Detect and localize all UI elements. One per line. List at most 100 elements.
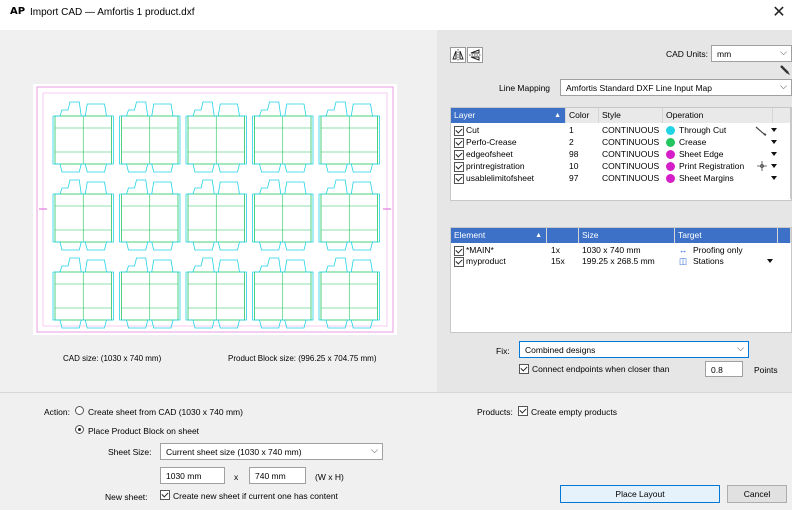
element-size: 199.25 x 268.5 mm bbox=[582, 256, 655, 266]
section-divider bbox=[0, 392, 792, 393]
flip-horizontal-icon[interactable] bbox=[450, 47, 466, 63]
checkbox-checked-icon[interactable] bbox=[454, 174, 464, 184]
line-mapping-label: Line Mapping bbox=[499, 83, 551, 93]
checkbox-checked-icon[interactable] bbox=[454, 150, 464, 160]
column-header-spacer bbox=[778, 228, 791, 243]
layer-color-index: 2 bbox=[569, 137, 574, 147]
element-target: Proofing only bbox=[693, 245, 743, 255]
element-size: 1030 x 740 mm bbox=[582, 245, 641, 255]
layer-name: Perfo-Crease bbox=[466, 137, 517, 147]
layer-table-header: Layer ▲ Color Style Operation bbox=[451, 108, 791, 123]
operation-dropdown-arrow-icon[interactable] bbox=[771, 140, 777, 144]
pencil-icon[interactable] bbox=[779, 64, 790, 75]
layer-operation: Crease bbox=[679, 137, 707, 147]
chevron-down-icon: ⌵ bbox=[737, 343, 744, 353]
layer-row[interactable]: Cut 1 CONTINUOUS Through Cut bbox=[451, 125, 791, 136]
checkbox-checked-icon[interactable] bbox=[454, 246, 464, 256]
stations-icon: ◫ bbox=[679, 256, 688, 266]
checkbox-checked-icon[interactable] bbox=[454, 126, 464, 136]
threshold-input[interactable]: 0.8 bbox=[705, 361, 743, 377]
layer-operation: Print Registration bbox=[679, 161, 745, 171]
layer-style: CONTINUOUS bbox=[602, 137, 660, 147]
operation-dropdown-arrow-icon[interactable] bbox=[771, 128, 777, 132]
sheet-size-label: Sheet Size: bbox=[108, 447, 152, 457]
checkbox-checked-icon[interactable] bbox=[454, 138, 464, 148]
new-sheet-label: New sheet: bbox=[105, 492, 148, 502]
layer-operation: Through Cut bbox=[679, 125, 727, 135]
layer-color-index: 10 bbox=[569, 161, 579, 171]
operation-dropdown-arrow-icon[interactable] bbox=[771, 152, 777, 156]
fix-value: Combined designs bbox=[525, 345, 596, 355]
operation-dropdown-arrow-icon[interactable] bbox=[771, 164, 777, 168]
column-header-size[interactable]: Size bbox=[579, 228, 675, 243]
place-layout-button[interactable]: Place Layout bbox=[560, 485, 720, 503]
products-label: Products: bbox=[477, 407, 513, 417]
app-logo: AP bbox=[10, 6, 26, 17]
column-header-target[interactable]: Target bbox=[675, 228, 778, 243]
operation-dropdown-arrow-icon[interactable] bbox=[771, 176, 777, 180]
line-mapping-select[interactable]: Amfortis Standard DXF Line Input Map ⌵ bbox=[560, 79, 792, 96]
cad-units-label: CAD Units: bbox=[666, 49, 709, 59]
operation-color-dot bbox=[666, 162, 675, 171]
sheet-width-input[interactable]: 1030 mm bbox=[160, 467, 225, 484]
layer-table: Layer ▲ Color Style Operation Cut 1 CONTINU… bbox=[450, 107, 792, 201]
checkbox-checked-icon bbox=[518, 406, 528, 416]
sheet-size-select[interactable]: Current sheet size (1030 x 740 mm) ⌵ bbox=[160, 443, 383, 460]
radio-selected-icon bbox=[75, 425, 84, 434]
layer-style: CONTINUOUS bbox=[602, 161, 660, 171]
cad-units-select[interactable]: mm ⌵ bbox=[711, 45, 792, 62]
column-header-layer[interactable]: Layer ▲ bbox=[451, 108, 566, 123]
layer-row[interactable]: printregistration 10 CONTINUOUS Print Regis… bbox=[451, 161, 791, 172]
radio-icon bbox=[75, 406, 84, 415]
create-empty-products-checkbox[interactable]: Create empty products bbox=[518, 405, 658, 417]
operation-color-dot bbox=[666, 174, 675, 183]
dimension-hint: (W x H) bbox=[315, 472, 344, 482]
new-sheet-option-label: Create new sheet if current one has cont… bbox=[173, 491, 338, 501]
target-dropdown-arrow-icon[interactable] bbox=[767, 259, 773, 263]
element-row[interactable]: myproduct 15x 199.25 x 268.5 mm ◫ Stations bbox=[451, 256, 791, 267]
column-header-style[interactable]: Style bbox=[599, 108, 663, 123]
line-mapping-value: Amfortis Standard DXF Line Input Map bbox=[566, 83, 712, 93]
sheet-size-value: Current sheet size (1030 x 740 mm) bbox=[166, 447, 302, 457]
checkbox-checked-icon[interactable] bbox=[454, 257, 464, 267]
chevron-down-icon: ⌵ bbox=[371, 445, 378, 455]
checkbox-checked-icon[interactable] bbox=[454, 162, 464, 172]
layer-style: CONTINUOUS bbox=[602, 173, 660, 183]
layer-color-index: 98 bbox=[569, 149, 579, 159]
layer-row[interactable]: edgeofsheet 98 CONTINUOUS Sheet Edge bbox=[451, 149, 791, 160]
close-icon[interactable]: ✕ bbox=[768, 2, 790, 24]
cancel-button[interactable]: Cancel bbox=[727, 485, 787, 503]
cad-preview-drawing bbox=[36, 86, 394, 333]
action-create-label: Create sheet from CAD (1030 x 740 mm) bbox=[88, 407, 243, 417]
layer-row[interactable]: Perfo-Crease 2 CONTINUOUS Crease bbox=[451, 137, 791, 148]
column-header-count[interactable] bbox=[547, 228, 579, 243]
action-label: Action: bbox=[44, 407, 70, 417]
column-header-element[interactable]: Element ▲ bbox=[451, 228, 547, 243]
sheet-edge-outline bbox=[36, 86, 394, 333]
action-place-label: Place Product Block on sheet bbox=[88, 426, 200, 436]
layer-operation: Sheet Margins bbox=[679, 173, 734, 183]
operation-color-dot bbox=[666, 150, 675, 159]
element-target: Stations bbox=[693, 256, 724, 266]
cad-units-value: mm bbox=[717, 49, 732, 59]
element-row[interactable]: *MAIN* 1x 1030 x 740 mm ↔ Proofing only bbox=[451, 245, 791, 256]
layer-color-index: 1 bbox=[569, 125, 574, 135]
checkbox-checked-icon bbox=[160, 490, 170, 500]
flip-vertical-icon[interactable] bbox=[467, 47, 483, 63]
layer-row[interactable]: usablelimitofsheet 97 CONTINUOUS Sheet Marg… bbox=[451, 173, 791, 184]
new-sheet-checkbox[interactable]: Create new sheet if current one has cont… bbox=[160, 489, 380, 501]
element-table-header: Element ▲ Size Target bbox=[451, 228, 791, 243]
layer-name: Cut bbox=[466, 125, 480, 135]
layer-name: printregistration bbox=[466, 161, 525, 171]
sheet-height-input[interactable]: 740 mm bbox=[249, 467, 306, 484]
column-header-operation[interactable]: Operation bbox=[663, 108, 773, 123]
column-header-color[interactable]: Color bbox=[566, 108, 599, 123]
layer-name: usablelimitofsheet bbox=[466, 173, 535, 183]
action-create-radio[interactable]: Create sheet from CAD (1030 x 740 mm) bbox=[75, 405, 275, 417]
operation-color-dot bbox=[666, 126, 675, 135]
fix-select[interactable]: Combined designs ⌵ bbox=[519, 341, 749, 358]
dimension-separator: x bbox=[234, 472, 239, 482]
cad-preview bbox=[33, 84, 397, 335]
action-place-radio[interactable]: Place Product Block on sheet bbox=[75, 424, 275, 436]
element-count: 15x bbox=[551, 256, 565, 266]
